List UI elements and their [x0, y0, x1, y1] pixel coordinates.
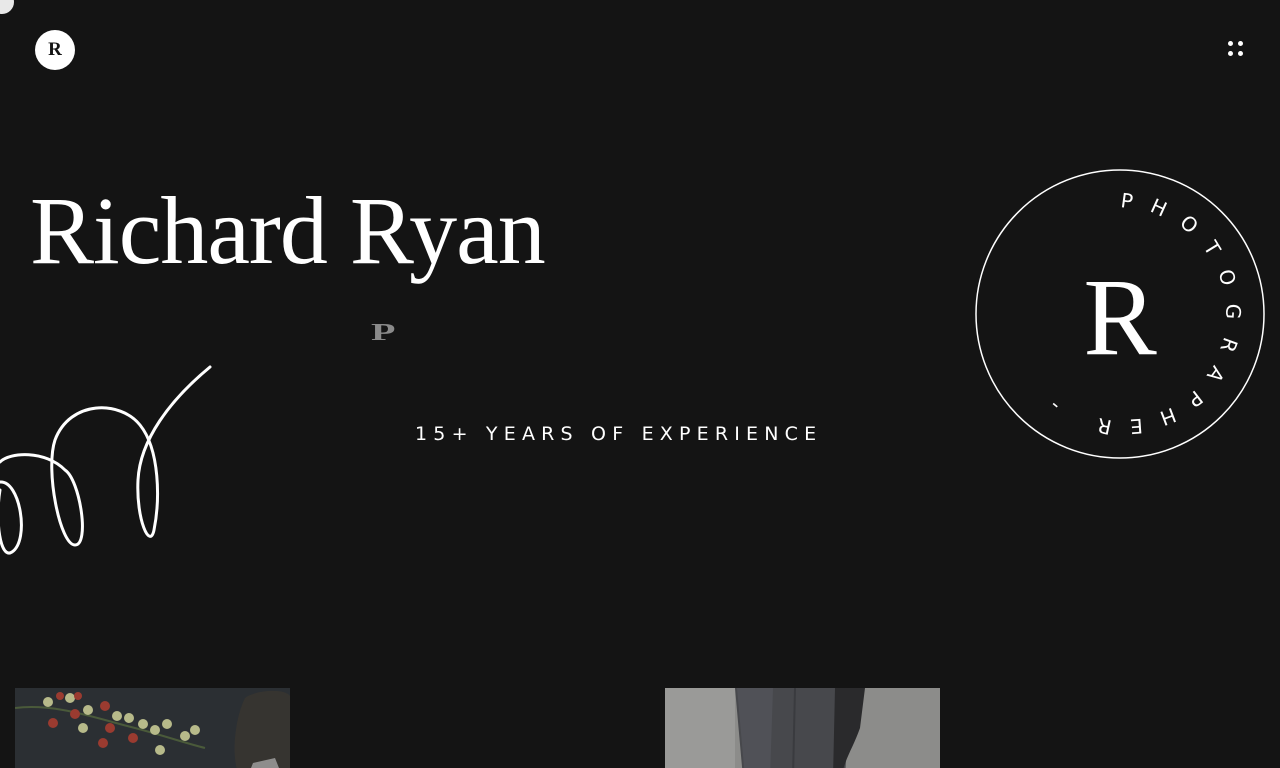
menu-button[interactable]	[1222, 36, 1250, 64]
cursor-dot	[0, 0, 14, 14]
berries-image	[15, 688, 290, 768]
menu-dot-icon	[1238, 51, 1243, 56]
logo-button[interactable]: R	[35, 30, 75, 70]
signature-squiggle-icon	[0, 365, 212, 555]
page: R Richard Ryan P 15+ YEARS OF EXPERIENCE…	[0, 0, 1280, 768]
gallery-thumb-denim[interactable]	[665, 688, 940, 768]
denim-image	[665, 688, 940, 768]
hero-title: Richard Ryan	[30, 177, 546, 284]
photographer-badge: PHOTOGRAPHER - R	[975, 169, 1265, 459]
stray-letter: P	[371, 318, 396, 346]
badge-monogram: R	[1083, 256, 1157, 378]
menu-dot-icon	[1238, 41, 1243, 46]
menu-dot-icon	[1228, 51, 1233, 56]
menu-dot-icon	[1228, 41, 1233, 46]
gallery-thumb-berries[interactable]	[15, 688, 290, 768]
experience-tagline: 15+ YEARS OF EXPERIENCE	[415, 423, 823, 445]
